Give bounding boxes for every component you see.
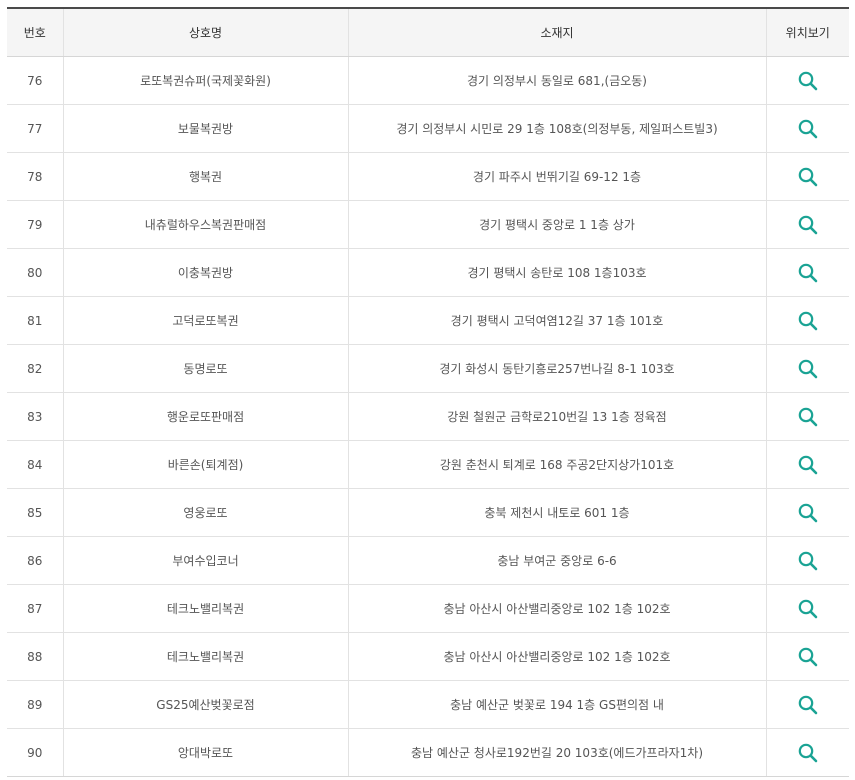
table-row: 90 앙대박로또 충남 예산군 청사로192번길 20 103호(에드가프라자1차): [7, 728, 849, 777]
store-number: 81: [7, 296, 63, 345]
table-row: 80 이충복권방 경기 평택시 송탄로 108 1층103호: [7, 248, 849, 297]
store-number: 84: [7, 440, 63, 489]
search-icon[interactable]: [797, 358, 819, 380]
location-cell: [765, 536, 849, 585]
store-name: 부여수입코너: [62, 536, 348, 585]
table-row: 85 영웅로또 충북 제천시 내토로 601 1층: [7, 488, 849, 537]
header-row: 번호 상호명 소재지 위치보기: [7, 7, 849, 57]
search-icon[interactable]: [797, 166, 819, 188]
store-number: 79: [7, 200, 63, 249]
store-number: 82: [7, 344, 63, 393]
store-address: 경기 평택시 고덕여염12길 37 1층 101호: [347, 296, 766, 345]
location-cell: [765, 392, 849, 441]
store-name: 테크노밸리복권: [62, 584, 348, 633]
header-address: 소재지: [347, 7, 766, 57]
location-cell: [765, 632, 849, 681]
store-name: 테크노밸리복권: [62, 632, 348, 681]
store-number: 76: [7, 56, 63, 105]
store-number: 87: [7, 584, 63, 633]
search-icon[interactable]: [797, 694, 819, 716]
store-number: 85: [7, 488, 63, 537]
location-cell: [765, 344, 849, 393]
store-address: 경기 화성시 동탄기흥로257번나길 8-1 103호: [347, 344, 766, 393]
search-icon[interactable]: [797, 214, 819, 236]
store-number: 80: [7, 248, 63, 297]
store-address: 경기 평택시 중앙로 1 1층 상가: [347, 200, 766, 249]
store-number: 89: [7, 680, 63, 729]
table-row: 78 행복권 경기 파주시 번뛰기길 69-12 1층: [7, 152, 849, 201]
table-row: 81 고덕로또복권 경기 평택시 고덕여염12길 37 1층 101호: [7, 296, 849, 345]
store-name: 바른손(퇴계점): [62, 440, 348, 489]
search-icon[interactable]: [797, 406, 819, 428]
store-number: 86: [7, 536, 63, 585]
table-row: 89 GS25예산벚꽃로점 충남 예산군 벚꽃로 194 1층 GS편의점 내: [7, 680, 849, 729]
location-cell: [765, 440, 849, 489]
table-row: 87 테크노밸리복권 충남 아산시 아산밸리중앙로 102 1층 102호: [7, 584, 849, 633]
store-number: 78: [7, 152, 63, 201]
location-cell: [765, 728, 849, 777]
search-icon[interactable]: [797, 550, 819, 572]
store-address: 경기 의정부시 동일로 681,(금오동): [347, 56, 766, 105]
location-cell: [765, 680, 849, 729]
store-address: 충남 아산시 아산밸리중앙로 102 1층 102호: [347, 584, 766, 633]
search-icon[interactable]: [797, 646, 819, 668]
store-name: 앙대박로또: [62, 728, 348, 777]
store-name: 로또복권슈퍼(국제꽃화원): [62, 56, 348, 105]
search-icon[interactable]: [797, 118, 819, 140]
search-icon[interactable]: [797, 454, 819, 476]
store-name: 행복권: [62, 152, 348, 201]
table-row: 86 부여수입코너 충남 부여군 중앙로 6-6: [7, 536, 849, 585]
store-number: 83: [7, 392, 63, 441]
store-name: 내츄럴하우스복권판매점: [62, 200, 348, 249]
table-row: 77 보물복권방 경기 의정부시 시민로 29 1층 108호(의정부동, 제일퍼스…: [7, 104, 849, 153]
header-store-name: 상호명: [62, 7, 348, 57]
location-cell: [765, 104, 849, 153]
table-body: 76 로또복권슈퍼(국제꽃화원) 경기 의정부시 동일로 681,(금오동) 77 보물…: [7, 56, 849, 777]
store-address: 충남 예산군 청사로192번길 20 103호(에드가프라자1차): [347, 728, 766, 777]
location-cell: [765, 248, 849, 297]
store-number: 77: [7, 104, 63, 153]
store-name: GS25예산벚꽃로점: [62, 680, 348, 729]
location-cell: [765, 56, 849, 105]
location-cell: [765, 200, 849, 249]
store-address: 충남 아산시 아산밸리중앙로 102 1층 102호: [347, 632, 766, 681]
search-icon[interactable]: [797, 70, 819, 92]
store-name: 보물복권방: [62, 104, 348, 153]
store-address: 충북 제천시 내토로 601 1층: [347, 488, 766, 537]
store-name: 행운로또판매점: [62, 392, 348, 441]
store-address: 강원 춘천시 퇴계로 168 주공2단지상가101호: [347, 440, 766, 489]
location-cell: [765, 152, 849, 201]
store-address: 경기 의정부시 시민로 29 1층 108호(의정부동, 제일퍼스트빌3): [347, 104, 766, 153]
store-table: 번호 상호명 소재지 위치보기 76 로또복권슈퍼(국제꽃화원) 경기 의정부시 동…: [7, 7, 849, 777]
table-row: 84 바른손(퇴계점) 강원 춘천시 퇴계로 168 주공2단지상가101호: [7, 440, 849, 489]
store-table-container: 번호 상호명 소재지 위치보기 76 로또복권슈퍼(국제꽃화원) 경기 의정부시 동…: [7, 7, 849, 777]
header-location: 위치보기: [765, 7, 849, 57]
search-icon[interactable]: [797, 598, 819, 620]
table-row: 88 테크노밸리복권 충남 아산시 아산밸리중앙로 102 1층 102호: [7, 632, 849, 681]
store-name: 이충복권방: [62, 248, 348, 297]
store-name: 고덕로또복권: [62, 296, 348, 345]
search-icon[interactable]: [797, 742, 819, 764]
search-icon[interactable]: [797, 262, 819, 284]
table-row: 83 행운로또판매점 강원 철원군 금학로210번길 13 1층 정육점: [7, 392, 849, 441]
header-number: 번호: [7, 7, 63, 57]
search-icon[interactable]: [797, 310, 819, 332]
table-row: 76 로또복권슈퍼(국제꽃화원) 경기 의정부시 동일로 681,(금오동): [7, 56, 849, 105]
location-cell: [765, 488, 849, 537]
store-address: 충남 예산군 벚꽃로 194 1층 GS편의점 내: [347, 680, 766, 729]
store-name: 영웅로또: [62, 488, 348, 537]
store-number: 90: [7, 728, 63, 777]
location-cell: [765, 584, 849, 633]
store-number: 88: [7, 632, 63, 681]
store-name: 동명로또: [62, 344, 348, 393]
store-address: 경기 파주시 번뛰기길 69-12 1층: [347, 152, 766, 201]
table-header: 번호 상호명 소재지 위치보기: [7, 7, 849, 57]
store-address: 강원 철원군 금학로210번길 13 1층 정육점: [347, 392, 766, 441]
table-row: 79 내츄럴하우스복권판매점 경기 평택시 중앙로 1 1층 상가: [7, 200, 849, 249]
table-row: 82 동명로또 경기 화성시 동탄기흥로257번나길 8-1 103호: [7, 344, 849, 393]
location-cell: [765, 296, 849, 345]
search-icon[interactable]: [797, 502, 819, 524]
store-address: 경기 평택시 송탄로 108 1층103호: [347, 248, 766, 297]
store-address: 충남 부여군 중앙로 6-6: [347, 536, 766, 585]
